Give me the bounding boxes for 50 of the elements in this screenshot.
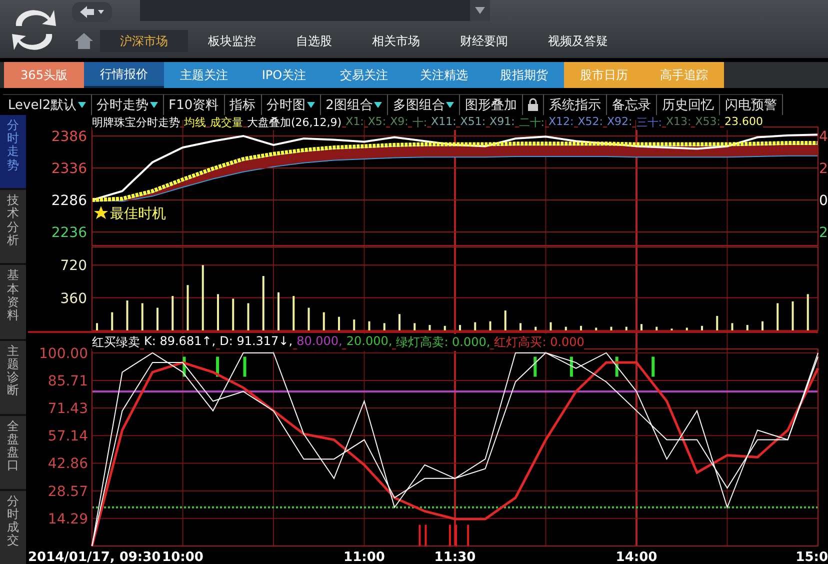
legend-item: X11: bbox=[431, 115, 456, 130]
axis-label: 2336 bbox=[51, 161, 87, 177]
legend-item: 大盘叠加(26,12,9) bbox=[247, 115, 342, 130]
legend-item: 20.000, bbox=[346, 334, 392, 351]
axis-label: 2 bbox=[819, 161, 828, 177]
legend-item: 红灯高买: 0.000 bbox=[494, 334, 584, 351]
legend-item: 三十: bbox=[636, 115, 662, 130]
time-label: 15:0 bbox=[796, 550, 828, 564]
axis-label: 28.57 bbox=[48, 484, 88, 500]
legend-item: K: 89.681↑, bbox=[144, 334, 216, 351]
legend-item: X12: bbox=[548, 115, 574, 130]
time-label: 14:00 bbox=[616, 550, 658, 564]
legend-item: 80.000, bbox=[296, 334, 342, 351]
legend-item: 红买绿卖 bbox=[92, 334, 140, 351]
legend-item: X13: bbox=[666, 115, 692, 130]
axis-label: 2 bbox=[819, 225, 828, 242]
axis-label: 720 bbox=[60, 258, 87, 274]
legend-item: 十: bbox=[412, 115, 428, 130]
legend-item: 二十: bbox=[518, 115, 545, 130]
time-label: 11:30 bbox=[434, 550, 476, 564]
legend-item: 成交量 bbox=[210, 115, 243, 130]
legend-item: X53: bbox=[695, 115, 720, 130]
axis-label: 71.43 bbox=[48, 401, 88, 418]
legend-item: 明牌珠宝分时走势 bbox=[92, 115, 180, 130]
legend-item: 均线 bbox=[184, 115, 206, 130]
legend-item: X92: bbox=[607, 115, 632, 130]
legend-item: X9: bbox=[390, 115, 408, 130]
chart-annotation: 最佳时机 bbox=[110, 206, 166, 222]
axis-label: 4 bbox=[819, 128, 828, 145]
legend-item: 23.600 bbox=[724, 115, 763, 130]
axis-label: 14.29 bbox=[48, 511, 88, 528]
legend-item: X5: bbox=[368, 115, 386, 130]
legend-item: X52: bbox=[578, 115, 604, 130]
time-label: 2014/01/17, 09:30 bbox=[28, 550, 161, 564]
axis-label: 42.86 bbox=[48, 456, 88, 472]
legend-item: D: 91.317↓, bbox=[220, 334, 293, 351]
axis-label: 2386 bbox=[51, 128, 87, 145]
time-label: 10:00 bbox=[162, 550, 204, 564]
axis-label: 57.14 bbox=[48, 428, 88, 445]
legend-item: X91: bbox=[490, 115, 515, 130]
legend-item: X51: bbox=[460, 115, 486, 130]
time-label: 11:00 bbox=[344, 550, 385, 564]
legend-item: 绿灯高卖: 0.000, bbox=[396, 334, 490, 351]
axis-label: 2286 bbox=[51, 193, 87, 210]
axis-label: 360 bbox=[60, 290, 87, 307]
legend-item: X1: bbox=[346, 115, 364, 130]
axis-label: 2236 bbox=[51, 225, 87, 242]
axis-label: 100.00 bbox=[39, 346, 88, 362]
axis-label: 0 bbox=[819, 193, 828, 210]
axis-label: 85.71 bbox=[48, 373, 88, 390]
